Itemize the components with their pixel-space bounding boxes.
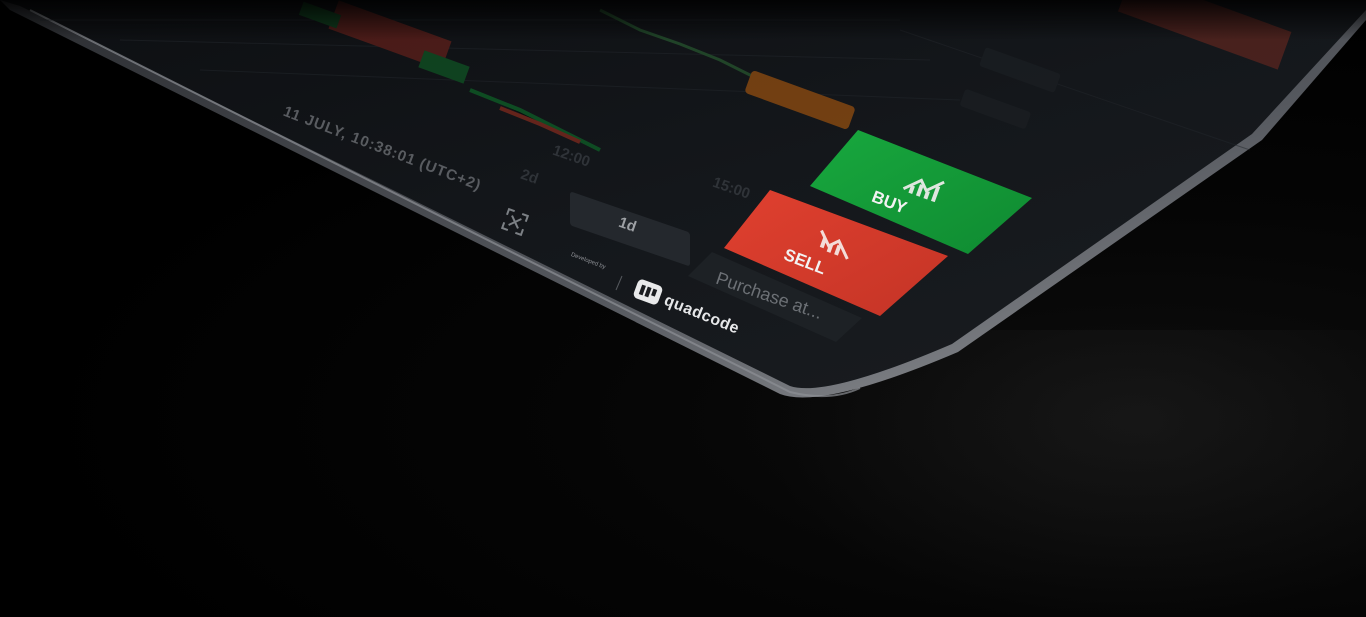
app-screenshot: 11 JULY, 10:38:01 (UTC+2) 2d 12:00 1d 15…: [0, 0, 1366, 617]
tablet-screen: [0, 0, 1366, 389]
top-shadow: [0, 0, 1366, 40]
